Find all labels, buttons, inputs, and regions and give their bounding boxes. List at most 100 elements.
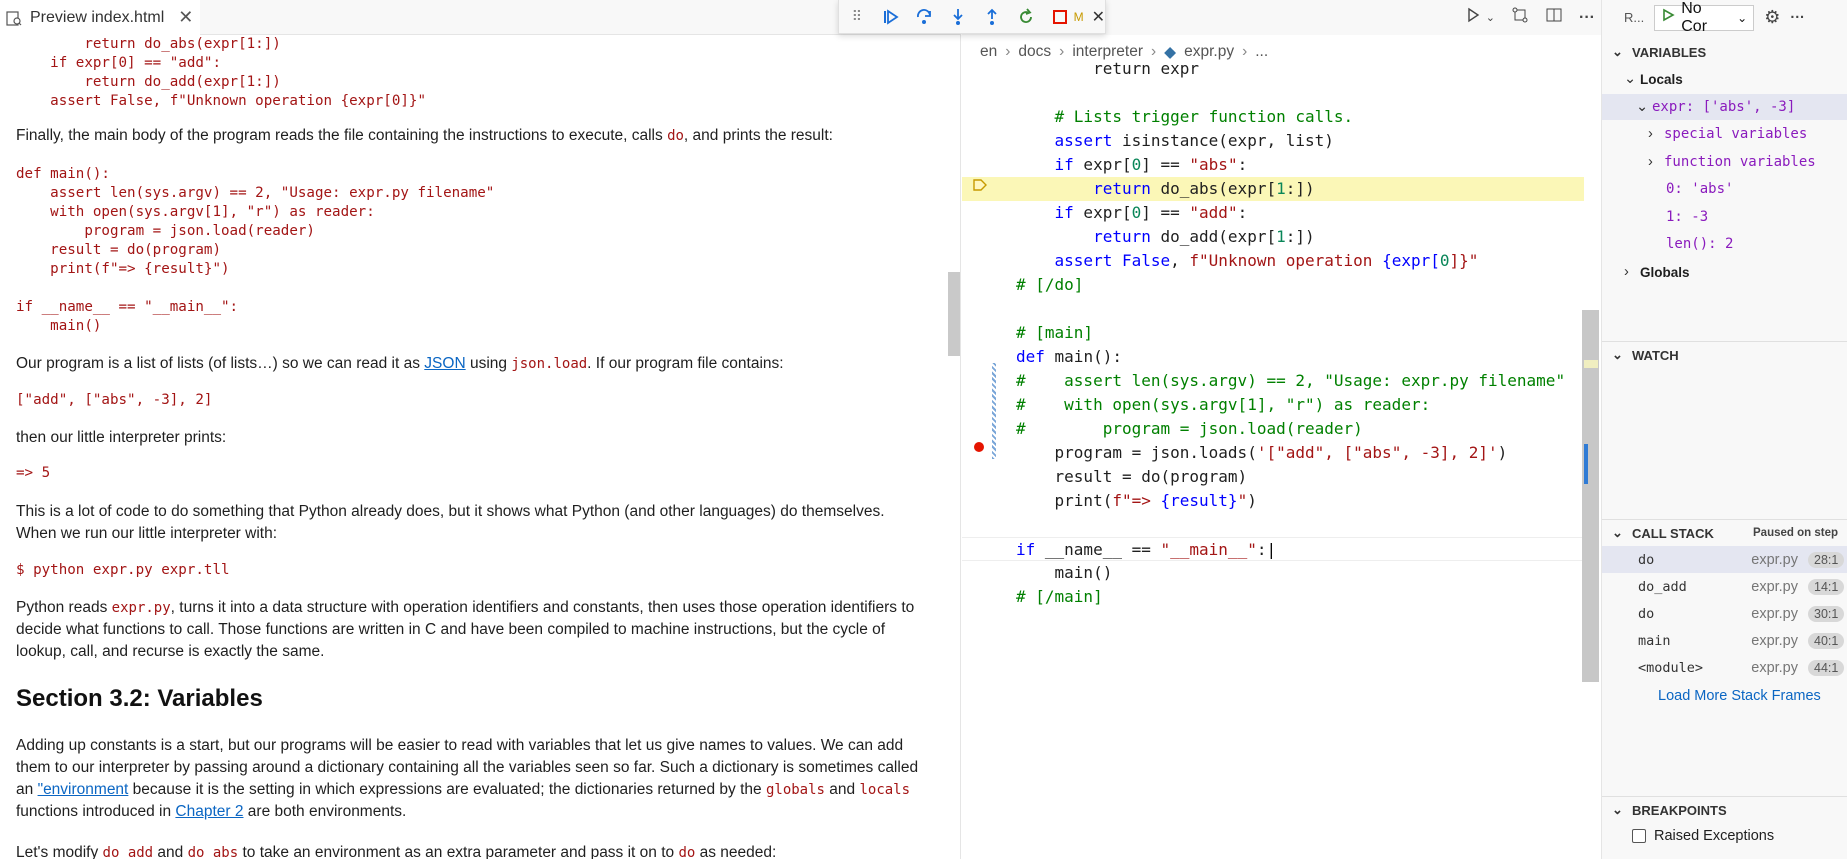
json-link[interactable]: JSON xyxy=(424,355,465,372)
code-line[interactable] xyxy=(962,81,1584,105)
special-variables-group[interactable]: › special variables xyxy=(1602,121,1847,147)
stack-frame[interactable]: <module> expr.py 44:1 xyxy=(1602,654,1847,681)
chevron-down-icon: ⌄ xyxy=(1612,44,1623,59)
stack-frame[interactable]: do expr.py 28:1 xyxy=(1602,546,1847,573)
chapter-2-link[interactable]: Chapter 2 xyxy=(175,803,243,820)
step-over-icon[interactable] xyxy=(915,6,935,28)
code-line[interactable]: print(f"=> {result}") xyxy=(962,489,1584,513)
code-line[interactable]: return do_abs(expr[1:]) xyxy=(962,177,1584,201)
step-into-icon[interactable] xyxy=(948,6,968,28)
debug-toolbar: ⠿ M ✕ xyxy=(838,0,1106,34)
environment-link[interactable]: "environment xyxy=(38,781,129,798)
run-and-debug-label: R... xyxy=(1624,10,1645,25)
code-line[interactable]: if expr[0] == "add": xyxy=(962,201,1584,225)
code-block-do: return do_abs(expr[1:]) if expr[0] == "a… xyxy=(50,36,426,109)
chevron-right-icon: › xyxy=(1648,126,1653,142)
variable-len[interactable]: len(): 2 xyxy=(1602,231,1847,257)
preview-content: return do_abs(expr[1:]) if expr[0] == "a… xyxy=(0,35,945,859)
variables-section-header[interactable]: ⌄ VARIABLES xyxy=(1602,41,1847,63)
stop-icon[interactable] xyxy=(1050,6,1070,28)
code-line[interactable]: main() xyxy=(962,561,1584,585)
chevron-right-icon: › xyxy=(1624,264,1629,280)
editor-actions: ⌄ ··· xyxy=(1464,0,1595,35)
checkbox[interactable] xyxy=(1632,829,1646,843)
code-line[interactable]: result = do(program) xyxy=(962,465,1584,489)
code-line[interactable] xyxy=(962,513,1584,537)
overview-ruler-cursor xyxy=(1584,444,1588,484)
chevron-down-icon: ⌄ xyxy=(1612,347,1623,362)
stack-frame[interactable]: main expr.py 40:1 xyxy=(1602,627,1847,654)
continue-icon[interactable] xyxy=(881,6,901,28)
chevron-down-icon: ⌄ xyxy=(1636,99,1649,115)
chevron-down-icon[interactable]: ⌄ xyxy=(1486,11,1495,24)
raised-exceptions-breakpoint[interactable]: Raised Exceptions xyxy=(1602,823,1847,849)
variable-expr[interactable]: ⌄ expr: ['abs', -3] xyxy=(1602,94,1847,120)
paragraph-prints: then our little interpreter prints: xyxy=(16,429,227,446)
preview-pane: Preview index.html ✕ return do_abs(expr[… xyxy=(0,0,961,859)
gear-icon[interactable]: ⚙ xyxy=(1764,7,1780,28)
code-line[interactable]: program = json.loads('["add", ["abs", -3… xyxy=(962,441,1584,465)
code-line[interactable]: # [/main] xyxy=(962,585,1584,609)
code-line[interactable]: # assert len(sys.argv) == 2, "Usage: exp… xyxy=(962,369,1584,393)
code-block-output: => 5 xyxy=(16,465,51,481)
code-line[interactable]: # [/do] xyxy=(962,273,1584,297)
debug-current-line-icon xyxy=(972,177,987,191)
section-divider xyxy=(1602,519,1847,520)
code-line[interactable]: if __name__ == "__main__":| xyxy=(962,537,1584,561)
variable-item-1[interactable]: 1: -3 xyxy=(1602,204,1847,230)
step-out-icon[interactable] xyxy=(982,6,1002,28)
paragraph-python-reads: Python reads expr.py, turns it into a da… xyxy=(16,599,915,660)
breakpoint-icon[interactable] xyxy=(972,440,986,454)
stack-frame[interactable]: do expr.py 30:1 xyxy=(1602,600,1847,627)
watch-section-header[interactable]: ⌄ WATCH xyxy=(1602,344,1847,366)
preview-scrollbar[interactable] xyxy=(948,272,960,356)
code-line[interactable]: return do_add(expr[1:]) xyxy=(962,225,1584,249)
code-line[interactable]: assert isinstance(expr, list) xyxy=(962,129,1584,153)
code-line[interactable]: # with open(sys.argv[1], "r") as reader: xyxy=(962,393,1584,417)
preview-icon xyxy=(6,10,22,26)
stack-frame[interactable]: do_add expr.py 14:1 xyxy=(1602,573,1847,600)
code-line[interactable]: assert False, f"Unknown operation {expr[… xyxy=(962,249,1584,273)
section-divider xyxy=(1602,796,1847,797)
tab-title: Preview index.html xyxy=(30,8,165,26)
more-actions-icon[interactable]: ··· xyxy=(1790,10,1805,26)
function-variables-group[interactable]: › function variables xyxy=(1602,149,1847,175)
code-line[interactable] xyxy=(962,297,1584,321)
paragraph-modify: Let's modify do_add and do_abs to take a… xyxy=(16,844,777,859)
code-editor[interactable]: return expr # Lists trigger function cal… xyxy=(962,57,1584,857)
debug-sidebar-header: R... No Cor ⌄ ⚙ ··· xyxy=(1602,0,1847,35)
load-more-frames-link[interactable]: Load More Stack Frames xyxy=(1602,683,1847,709)
close-icon[interactable]: ✕ xyxy=(178,7,193,28)
chevron-down-icon: ⌄ xyxy=(1612,802,1623,817)
more-actions-icon[interactable]: ··· xyxy=(1579,9,1595,27)
vscode-window: Preview index.html ✕ return do_abs(expr[… xyxy=(0,0,1847,859)
toolbar-overflow-text: M xyxy=(1073,9,1084,24)
grip-icon[interactable]: ⠿ xyxy=(847,6,867,28)
editor-pane: ⌄ ··· en › docs › interpreter › ◆ expr.p… xyxy=(962,0,1601,859)
breakpoints-section-header[interactable]: ⌄ BREAKPOINTS xyxy=(1602,799,1847,821)
locals-scope[interactable]: ⌄ Locals xyxy=(1602,66,1847,92)
globals-scope[interactable]: › Globals xyxy=(1602,259,1847,285)
chevron-down-icon: ⌄ xyxy=(1612,525,1623,540)
code-line[interactable]: # program = json.load(reader) xyxy=(962,417,1584,441)
start-debugging-icon[interactable] xyxy=(1661,8,1675,27)
code-line[interactable]: # [main] xyxy=(962,321,1584,345)
diff-modified-marker xyxy=(992,363,996,459)
preview-tabbar: Preview index.html ✕ xyxy=(0,0,960,35)
section-divider xyxy=(1602,341,1847,342)
launch-config-select[interactable]: No Cor ⌄ xyxy=(1654,0,1755,35)
debug-sidebar: R... No Cor ⌄ ⚙ ··· ⌄ VARIABLES ⌄ Locals… xyxy=(1601,0,1847,859)
callstack-section-header[interactable]: ⌄ CALL STACK Paused on step xyxy=(1602,522,1847,544)
split-editor-icon[interactable] xyxy=(1545,6,1563,29)
tab-preview-index[interactable]: Preview index.html ✕ xyxy=(0,0,200,35)
code-line[interactable]: # Lists trigger function calls. xyxy=(962,105,1584,129)
code-block-main: def main(): assert len(sys.argv) == 2, "… xyxy=(16,166,495,334)
compare-changes-icon[interactable] xyxy=(1511,6,1529,29)
code-line[interactable]: def main(): xyxy=(962,345,1584,369)
code-line[interactable]: return expr xyxy=(962,57,1584,81)
run-icon[interactable] xyxy=(1464,6,1482,29)
close-icon[interactable]: ✕ xyxy=(1092,7,1105,27)
variable-item-0[interactable]: 0: 'abs' xyxy=(1602,176,1847,202)
restart-icon[interactable] xyxy=(1016,6,1036,28)
code-line[interactable]: if expr[0] == "abs": xyxy=(962,153,1584,177)
